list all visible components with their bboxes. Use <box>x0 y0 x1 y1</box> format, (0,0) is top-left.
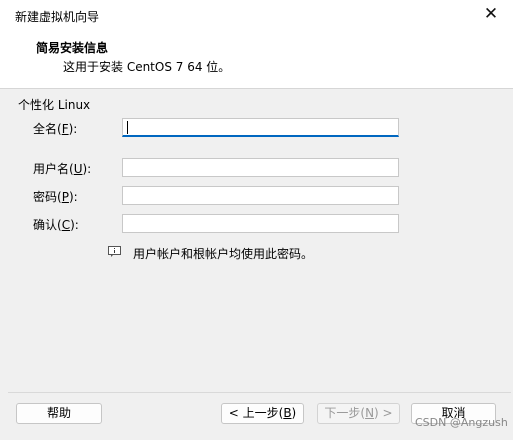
wizard-header: 简易安装信息 这用于安装 CentOS 7 64 位。 <box>0 30 513 89</box>
text-caret <box>127 121 128 134</box>
next-button[interactable]: 下一步(N) > <box>317 403 400 424</box>
header-title: 简易安装信息 <box>36 41 109 55</box>
password-label: 密码(P): <box>33 190 78 204</box>
fullname-label: 全名(F): <box>33 122 78 136</box>
watermark-text: CSDN @Angzush <box>415 416 508 429</box>
info-icon <box>108 246 121 257</box>
back-button[interactable]: < 上一步(B) <box>221 403 304 424</box>
confirm-label: 确认(C): <box>33 218 79 232</box>
password-input[interactable] <box>122 186 399 205</box>
close-icon[interactable]: ✕ <box>483 6 499 23</box>
fullname-input[interactable] <box>122 118 399 137</box>
window-title: 新建虚拟机向导 <box>15 10 100 24</box>
info-text: 用户帐户和根帐户均使用此密码。 <box>133 247 314 261</box>
username-input[interactable] <box>122 158 399 177</box>
username-label: 用户名(U): <box>33 162 92 176</box>
confirm-input[interactable] <box>122 214 399 233</box>
group-label: 个性化 Linux <box>18 98 91 112</box>
help-button[interactable]: 帮助 <box>16 403 102 424</box>
footer-divider <box>8 392 511 393</box>
header-subtitle: 这用于安装 CentOS 7 64 位。 <box>63 60 231 74</box>
title-bar: 新建虚拟机向导 ✕ <box>0 0 513 31</box>
